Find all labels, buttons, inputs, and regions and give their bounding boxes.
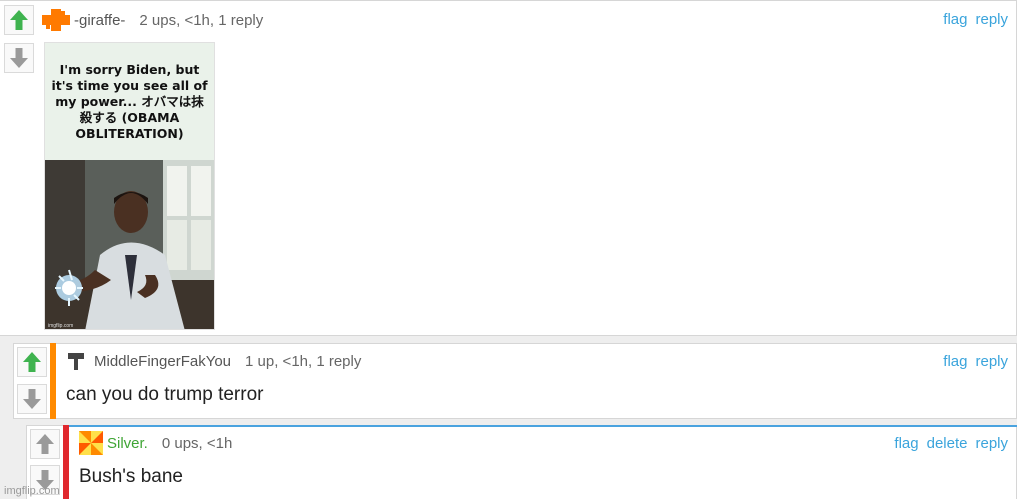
hammer-icon[interactable] [66,351,88,371]
reply-link[interactable]: reply [975,435,1008,452]
up-arrow-icon [10,10,28,30]
flag-link[interactable]: flag [943,11,967,28]
comment-meta: 0 ups, <1h [161,434,233,452]
up-arrow-icon [36,434,54,454]
down-arrow-icon [10,48,28,68]
delete-link[interactable]: delete [927,435,968,452]
flag-link[interactable]: flag [894,435,918,452]
reply-link[interactable]: reply [975,11,1008,28]
comment-silver: Silver. 0 ups, <1h flag delete reply Bus… [26,425,1017,499]
highlight-line [69,425,1017,427]
comment-text: can you do trump terror [66,384,264,405]
meme-caption-panel: I'm sorry Biden, but it's time you see a… [45,43,214,160]
comment-header: Silver. 0 ups, <1h [79,431,233,455]
site-watermark: imgflip.com [4,485,60,497]
comment-meta: 2 ups, <1h, 1 reply [139,11,264,29]
comment-header: MiddleFingerFakYou 1 up, <1h, 1 reply [66,350,361,372]
meme-caption: I'm sorry Biden, but it's time you see a… [51,61,208,141]
comment-actions: flag reply [943,353,1008,370]
upvote-button[interactable] [4,5,34,35]
comment-actions: flag reply [943,11,1008,28]
meme-image[interactable]: I'm sorry Biden, but it's time you see a… [44,42,215,330]
comment-text: Bush's bane [79,466,183,487]
comment-header: -giraffe- 2 ups, <1h, 1 reply [42,9,263,31]
thread-accent-bar [63,425,69,499]
comment-giraffe: -giraffe- 2 ups, <1h, 1 reply flag reply… [0,0,1017,336]
meme-watermark: imgflip.com [48,323,74,329]
username[interactable]: Silver. [107,435,148,452]
thread-accent-bar [50,343,56,419]
downvote-button[interactable] [4,43,34,73]
down-arrow-icon [23,389,41,409]
upvote-button[interactable] [17,347,47,377]
orange-plus-icon[interactable] [42,9,72,31]
downvote-button[interactable] [17,384,47,414]
comment-middlefinger: MiddleFingerFakYou 1 up, <1h, 1 reply fl… [13,343,1017,419]
reply-link[interactable]: reply [975,353,1008,370]
meme-illustration: imgflip.com [45,160,214,329]
upvote-button[interactable] [30,429,60,459]
username[interactable]: MiddleFingerFakYou [94,353,231,370]
username[interactable]: -giraffe- [74,12,125,29]
flag-link[interactable]: flag [943,353,967,370]
comment-meta: 1 up, <1h, 1 reply [245,352,362,370]
pinwheel-icon[interactable] [79,431,103,455]
up-arrow-icon [23,352,41,372]
comment-actions: flag delete reply [894,435,1008,452]
